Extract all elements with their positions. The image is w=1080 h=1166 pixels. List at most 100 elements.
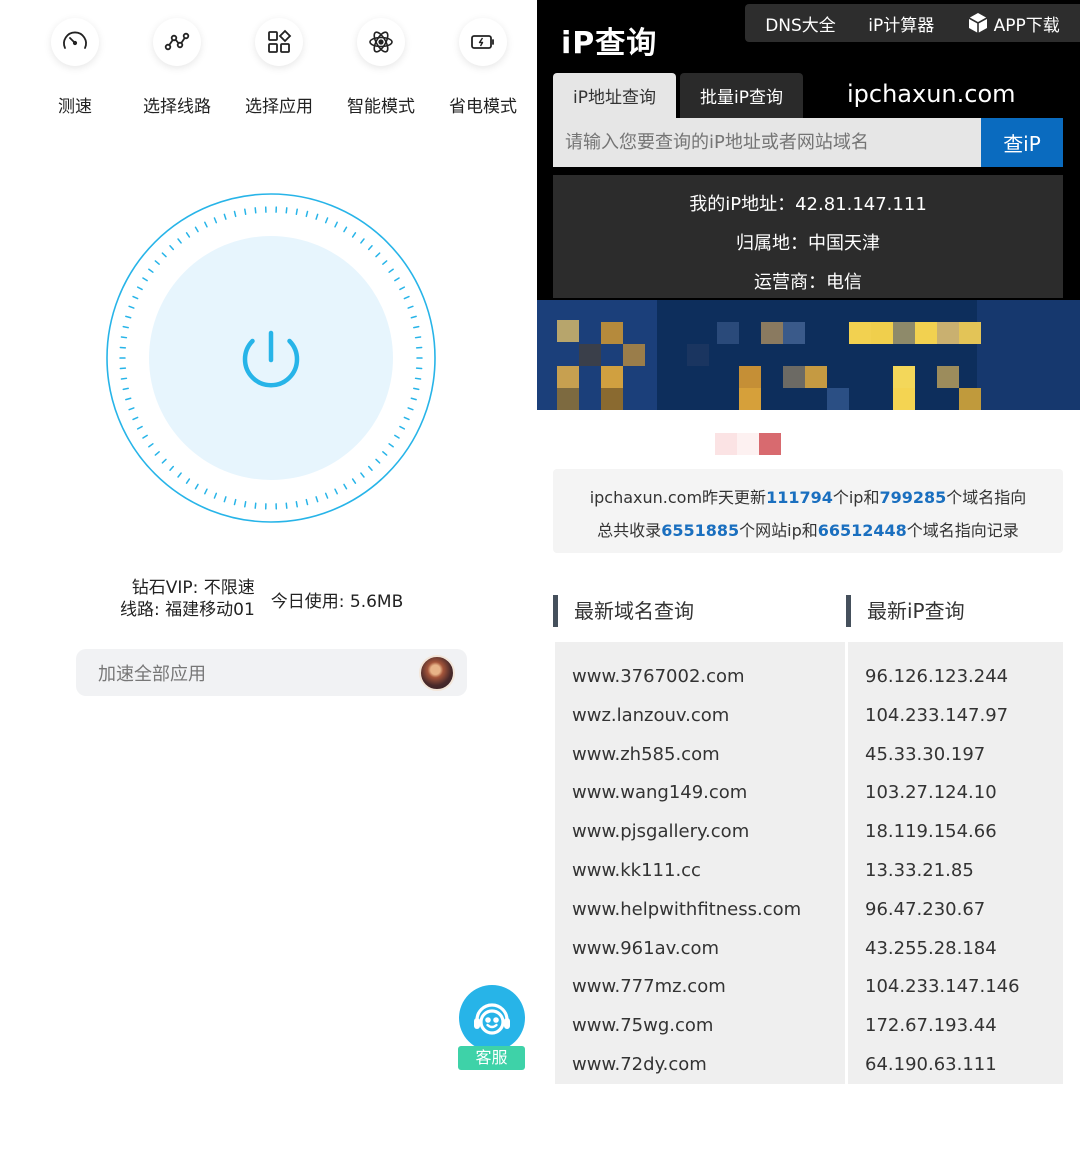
stats-text: 总共收录: [597, 521, 662, 540]
dial-tick: [407, 407, 414, 411]
dial-tick: [142, 434, 148, 439]
power-saving-button[interactable]: 省电模式: [432, 18, 534, 117]
list-item[interactable]: www.961av.com: [572, 930, 845, 969]
nav-dns-list[interactable]: DNS大全: [765, 11, 836, 36]
list-item[interactable]: 43.255.28.184: [865, 930, 1063, 969]
stats-text: ipchaxun.com昨天更新: [589, 488, 767, 507]
customer-service-button[interactable]: 客服: [458, 985, 525, 1071]
location-value: 中国天津: [808, 233, 880, 254]
select-apps-button[interactable]: 选择应用: [228, 18, 330, 117]
dial-tick: [142, 277, 148, 282]
list-item[interactable]: 45.33.30.197: [865, 736, 1063, 775]
list-item[interactable]: www.75wg.com: [572, 1007, 845, 1046]
ad-banner[interactable]: [537, 300, 1080, 410]
dial-tick: [128, 407, 135, 411]
banner-dot-active[interactable]: [759, 433, 781, 455]
list-item[interactable]: www.wang149.com: [572, 774, 845, 813]
tab-ip-lookup[interactable]: iP地址查询: [553, 73, 676, 118]
lookup-tabs: iP地址查询 批量iP查询: [553, 73, 807, 118]
my-ip-info: 我的iP地址：42.81.147.111 归属地：中国天津 运营商：电信: [553, 175, 1063, 298]
dial-tick: [407, 305, 414, 309]
list-item[interactable]: www.helpwithfitness.com: [572, 891, 845, 930]
dial-tick: [177, 472, 182, 478]
stats-text: 个网站ip和: [739, 521, 818, 540]
list-item[interactable]: 64.190.63.111: [865, 1046, 1063, 1085]
latest-domains-heading: 最新域名查询: [553, 595, 694, 627]
list-item[interactable]: 104.233.147.97: [865, 697, 1063, 736]
dial-tick: [367, 245, 373, 251]
stats-box: ipchaxun.com昨天更新111794个ip和799285个域名指向 总共…: [553, 469, 1063, 553]
site-logo[interactable]: iP查询: [561, 18, 657, 62]
dial-tick: [360, 472, 365, 478]
dial-tick: [223, 496, 227, 503]
dial-tick: [382, 451, 388, 456]
connection-status: 钻石VIP: 不限速 线路: 福建移动01 今日使用: 5.6MB: [120, 577, 520, 621]
dial-tick: [154, 260, 160, 265]
dial-tick: [334, 488, 338, 495]
dial-tick: [285, 502, 288, 509]
speed-test-button[interactable]: 测速: [24, 18, 126, 117]
dial-tick: [154, 451, 160, 456]
stats-text: 个域名指向: [946, 488, 1027, 507]
dial-tick: [120, 336, 128, 339]
list-item[interactable]: wwz.lanzouv.com: [572, 697, 845, 736]
dial-tick: [382, 260, 388, 265]
dial-tick: [295, 208, 298, 215]
nav-app-download[interactable]: APP下载: [967, 11, 1060, 36]
dial-tick: [394, 434, 400, 439]
accelerate-all-apps-button[interactable]: 加速全部应用: [76, 649, 467, 696]
my-ip-value: 42.81.147.111: [795, 194, 927, 215]
list-item[interactable]: www.kk111.cc: [572, 852, 845, 891]
tab-batch-ip-lookup[interactable]: 批量iP查询: [679, 73, 803, 118]
connect-dial[interactable]: [105, 192, 437, 524]
lookup-ip-button[interactable]: 查iP: [981, 118, 1063, 167]
banner-pagination: [715, 433, 781, 455]
latest-ips-list: 96.126.123.244 104.233.147.97 45.33.30.1…: [848, 642, 1063, 1084]
list-item[interactable]: www.777mz.com: [572, 968, 845, 1007]
dial-tick: [120, 377, 128, 380]
dial-tick: [204, 488, 208, 495]
updated-domains-count: 799285: [879, 488, 947, 507]
dial-tick: [169, 245, 175, 251]
smart-mode-button[interactable]: 智能模式: [330, 18, 432, 117]
banner-dot[interactable]: [737, 433, 759, 455]
search-bar: 查iP: [553, 118, 1063, 167]
nav-app-download-label: APP下载: [993, 15, 1060, 36]
list-item[interactable]: www.3767002.com: [572, 658, 845, 697]
list-item[interactable]: 172.67.193.44: [865, 1007, 1063, 1046]
dial-tick: [413, 387, 420, 391]
list-item[interactable]: www.72dy.com: [572, 1046, 845, 1085]
list-item[interactable]: 13.33.21.85: [865, 852, 1063, 891]
list-item[interactable]: www.zh585.com: [572, 736, 845, 775]
list-item[interactable]: 96.47.230.67: [865, 891, 1063, 930]
nav-ip-calculator[interactable]: iP计算器: [868, 11, 934, 36]
power-saving-label: 省电模式: [449, 97, 517, 117]
dial-tick: [233, 210, 237, 218]
stats-text: 个域名指向记录: [906, 521, 1019, 540]
select-route-button[interactable]: 选择线路: [126, 18, 228, 117]
isp-value: 电信: [826, 272, 862, 293]
isp-label: 运营商：: [754, 272, 826, 293]
dial-tick: [399, 425, 406, 430]
dial-tick: [122, 325, 129, 329]
accelerate-all-apps-label: 加速全部应用: [98, 663, 206, 685]
list-item[interactable]: 104.233.147.146: [865, 968, 1063, 1007]
headset-icon: [474, 1003, 510, 1035]
search-input[interactable]: [553, 118, 981, 167]
dial-tick: [324, 217, 329, 224]
banner-dot[interactable]: [715, 433, 737, 455]
battery-icon: [471, 35, 494, 49]
list-item[interactable]: 18.119.154.66: [865, 813, 1063, 852]
dial-tick: [169, 465, 175, 471]
dial-tick: [399, 286, 406, 291]
list-item[interactable]: 96.126.123.244: [865, 658, 1063, 697]
dial-tick: [132, 295, 139, 300]
dial-tick: [161, 458, 167, 464]
dial-tick: [122, 387, 129, 391]
dial-tick: [244, 208, 247, 215]
list-item[interactable]: 103.27.124.10: [865, 774, 1063, 813]
list-item[interactable]: www.pjsgallery.com: [572, 813, 845, 852]
dial-tick: [185, 478, 191, 484]
dial-tick: [125, 315, 132, 319]
dial-tick: [177, 238, 182, 244]
